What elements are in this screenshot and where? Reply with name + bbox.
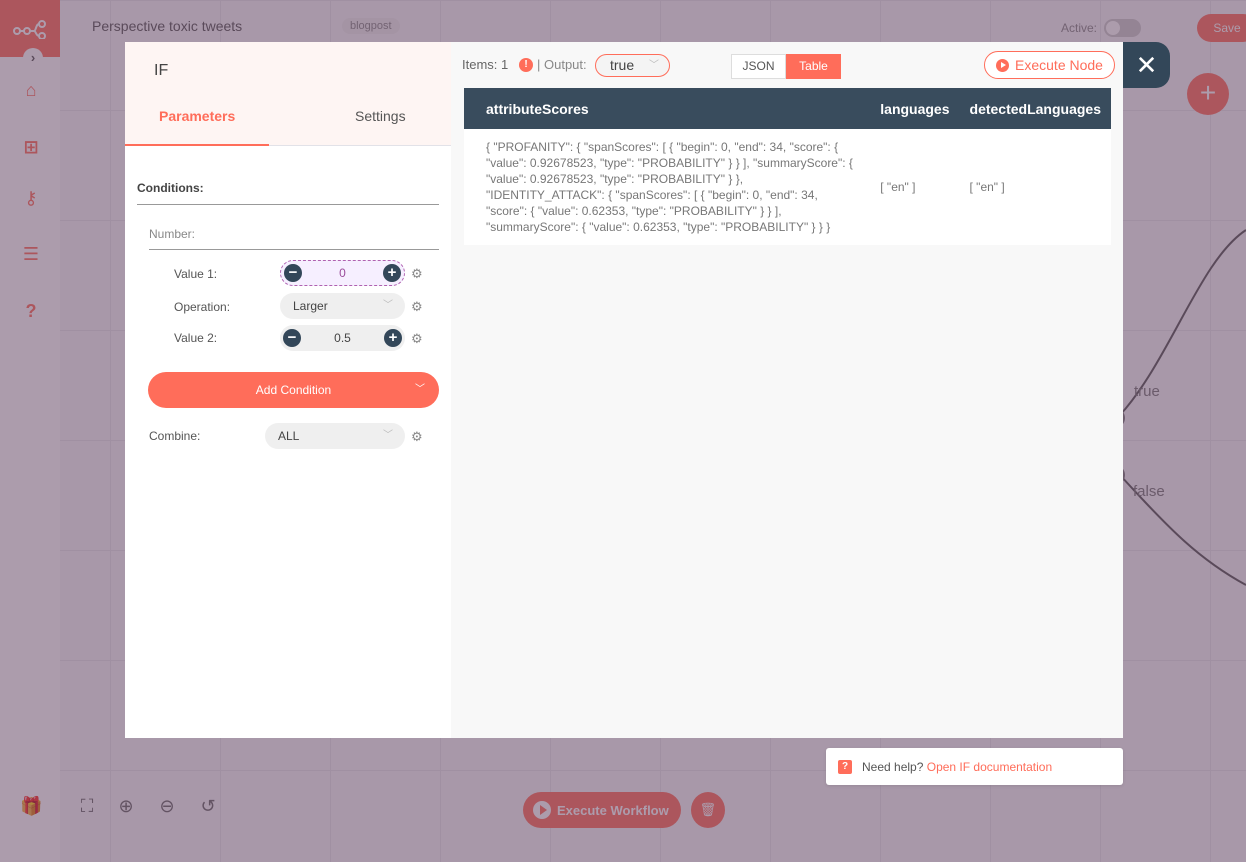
items-count: Items: 1: [462, 57, 509, 72]
table-cell: { "PROFANITY": { "spanScores": [ { "begi…: [464, 129, 871, 245]
decrement-icon[interactable]: −: [283, 329, 301, 347]
number-label: Number:: [149, 227, 196, 241]
info-icon[interactable]: !: [519, 58, 533, 72]
increment-icon[interactable]: +: [383, 264, 401, 282]
chevron-down-icon: ﹀: [383, 430, 393, 441]
chevron-down-icon: ﹀: [649, 60, 659, 71]
chevron-down-icon: ﹀: [383, 300, 393, 311]
help-text: Need help? Open IF documentation: [862, 760, 1052, 774]
output-panel: Items: 1 ! | Output: true ﹀ JSON Table E…: [451, 42, 1123, 738]
play-icon: [996, 58, 1010, 72]
chevron-down-icon: ﹀: [415, 384, 425, 395]
help-icon: ?: [838, 759, 852, 774]
output-table: attributeScores languages detectedLangua…: [464, 88, 1111, 245]
node-header: IF Parameters Settings: [125, 42, 451, 146]
combine-label: Combine:: [149, 429, 201, 443]
value2-input[interactable]: − 0.5 +: [280, 325, 405, 351]
tab-settings[interactable]: Settings: [355, 108, 406, 124]
gear-icon[interactable]: ⚙: [411, 332, 429, 346]
column-header: languages: [870, 88, 960, 129]
value2-value[interactable]: 0.5: [334, 331, 351, 345]
node-title[interactable]: IF: [154, 62, 168, 80]
operation-value: Larger: [293, 299, 328, 313]
value2-label: Value 2:: [174, 331, 218, 345]
output-value: true: [610, 57, 635, 73]
table-cell: [ "en" ]: [870, 129, 960, 245]
column-header: attributeScores: [464, 88, 871, 129]
help-prefix: Need help?: [862, 759, 924, 774]
tab-parameters[interactable]: Parameters: [159, 108, 235, 124]
gear-icon[interactable]: ⚙: [411, 300, 429, 314]
view-toggle: JSON Table: [731, 54, 841, 79]
combine-value: ALL: [278, 429, 300, 443]
node-modal: IF Parameters Settings Conditions: Numbe…: [125, 42, 1123, 738]
gear-icon[interactable]: ⚙: [411, 430, 429, 444]
active-tab-indicator: [125, 144, 269, 146]
table-header-row: attributeScores languages detectedLangua…: [464, 88, 1111, 129]
execute-node-label: Execute Node: [1015, 57, 1103, 73]
json-view-button[interactable]: JSON: [731, 54, 786, 79]
gear-icon[interactable]: ⚙: [411, 267, 429, 281]
documentation-link[interactable]: Open IF documentation: [927, 760, 1052, 774]
operation-select[interactable]: Larger ﹀: [280, 293, 405, 319]
help-box: ? Need help? Open IF documentation: [826, 748, 1123, 785]
conditions-label: Conditions:: [137, 181, 204, 195]
divider: [149, 249, 439, 250]
table-cell: [ "en" ]: [959, 129, 1111, 245]
output-select[interactable]: true ﹀: [595, 54, 670, 77]
divider: [137, 204, 439, 205]
parameters-panel: IF Parameters Settings Conditions: Numbe…: [125, 42, 451, 738]
decrement-icon[interactable]: −: [284, 264, 302, 282]
execute-node-button[interactable]: Execute Node: [984, 51, 1115, 79]
output-label: | Output:: [537, 57, 587, 72]
increment-icon[interactable]: +: [384, 329, 402, 347]
value1-value[interactable]: 0: [339, 266, 346, 280]
table-view-button[interactable]: Table: [786, 54, 841, 79]
add-condition-button[interactable]: Add Condition ﹀: [148, 372, 439, 408]
add-condition-label: Add Condition: [255, 383, 332, 397]
close-modal-button[interactable]: ✕: [1123, 42, 1170, 88]
table-row: { "PROFANITY": { "spanScores": [ { "begi…: [464, 129, 1111, 245]
value1-label: Value 1:: [174, 267, 218, 281]
value1-input[interactable]: − 0 +: [280, 260, 405, 286]
operation-label: Operation:: [174, 300, 231, 314]
combine-select[interactable]: ALL ﹀: [265, 423, 405, 449]
column-header: detectedLanguages: [959, 88, 1111, 129]
